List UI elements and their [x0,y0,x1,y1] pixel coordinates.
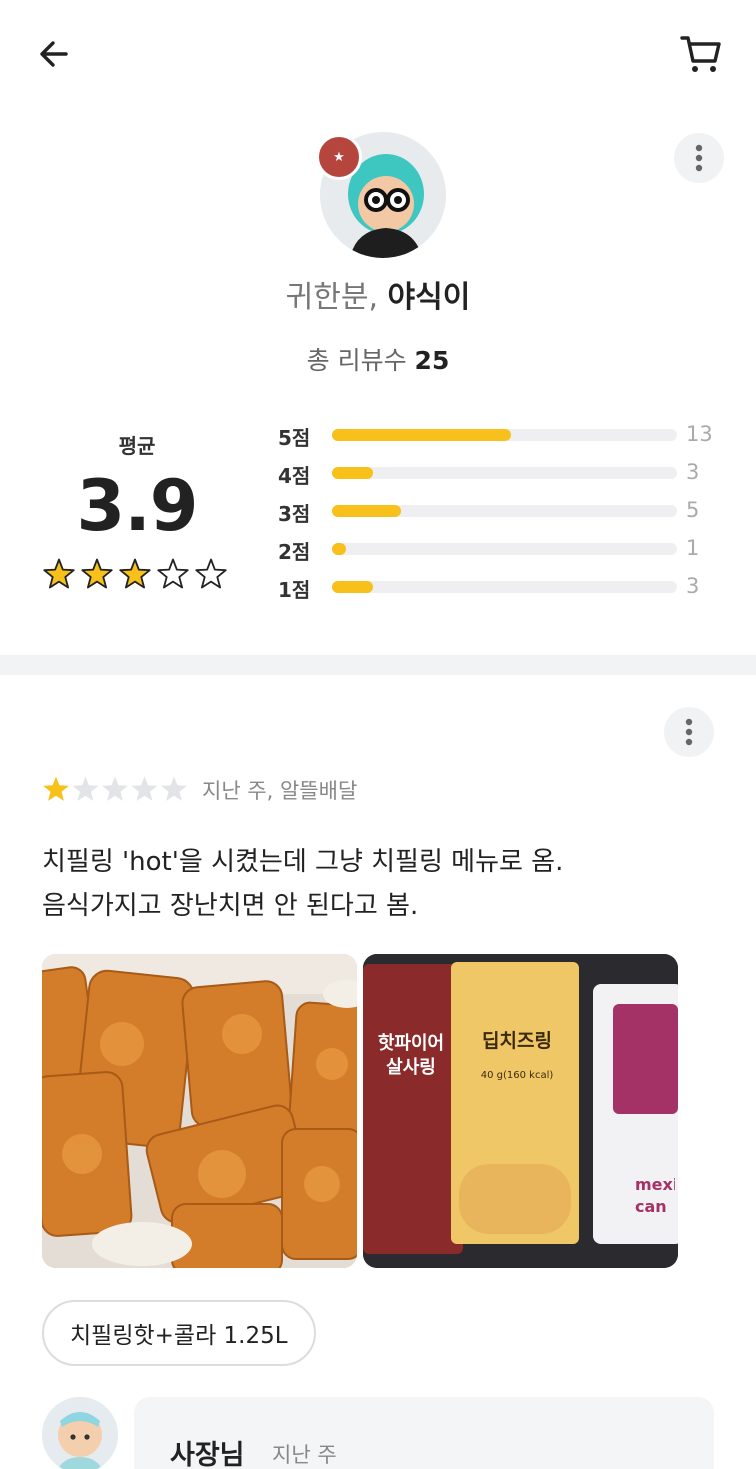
star-empty-icon [157,558,189,589]
star-filled-icon [43,558,75,589]
rating-bar-track [332,543,677,555]
rating-bar-fill [332,429,512,441]
sauce-label-center-weight: 40 g(160 kcal) [480,1070,554,1081]
cart-button[interactable] [675,28,727,80]
review-more-button[interactable] [664,707,714,757]
rating-row-label: 4점 [278,464,311,488]
rating-bar-fill [332,581,374,593]
more-vertical-icon [685,718,693,746]
nickname-prefix: 귀한분, [285,280,378,315]
rating-bar-fill [332,505,401,517]
review-text: 치필링 'hot'을 시켰는데 그냥 치필링 메뉴로 옴. 음식가지고 장난치면… [42,840,722,928]
level-badge-icon: ★ [316,134,362,180]
ordered-menu-tag[interactable]: 치필링핫+콜라 1.25L [42,1300,316,1366]
sauce-label-center: 딥치즈링 [482,1030,552,1052]
rating-row: 5점 13 [278,420,728,450]
total-reviews-count: 25 [414,346,450,375]
rating-row-label: 3점 [278,502,311,526]
reviewer-avatar-wrap: ★ [316,130,448,260]
sauce-label-right: mexi can [635,1175,675,1216]
rating-bar-track [332,505,677,517]
review-date: 지난 주, 알뜰배달 [202,779,358,803]
review-text-line: 치필링 'hot'을 시켰는데 그냥 치필링 메뉴로 옴. [42,847,564,877]
back-button[interactable] [30,30,78,78]
star-filled-icon [43,776,69,801]
rating-bar-fill [332,543,346,555]
sauce-label-left: 핫파이어 살사링 [377,1033,445,1078]
rating-row-label: 2점 [278,540,311,564]
nickname: 귀한분, 야식이 [0,272,756,316]
rating-row: 3점 5 [278,496,728,526]
rating-row-count: 1 [686,536,700,560]
rating-row-count: 5 [686,498,700,522]
star-empty-icon [131,776,158,801]
review-photo-sauces[interactable]: 핫파이어 살사링 딥치즈링 40 g(160 kcal) mexi can [363,954,678,1268]
more-vertical-icon [695,144,703,172]
rating-bar-fill [332,467,374,479]
average-stars [43,558,227,589]
rating-row-count: 3 [686,574,700,598]
total-reviews-label: 총 리뷰수 [306,346,407,375]
top-bar [0,0,756,105]
star-empty-icon [102,776,128,801]
rating-row-label: 1점 [278,578,311,602]
owner-reply: 사장님 지난 주 [42,1397,714,1469]
owner-reply-date: 지난 주 [272,1443,337,1467]
rating-row: 1점 3 [278,572,728,602]
rating-row: 2점 1 [278,534,728,564]
average-label: 평균 [118,434,156,458]
nickname-name: 야식이 [387,280,471,315]
star-filled-icon [81,558,113,589]
review-stars [43,776,187,801]
total-reviews: 총 리뷰수 25 [0,341,756,377]
rating-bar-track [332,581,677,593]
review-text-line: 음식가지고 장난치면 안 된다고 봄. [42,891,419,921]
rating-row-label: 5점 [278,426,311,450]
owner-reply-box: 사장님 지난 주 [134,1397,714,1469]
section-divider [0,655,756,675]
star-filled-icon [119,558,151,589]
reviewer-profile: ★ 귀한분, 야식이 총 리뷰수 25 평균 3.9 5점 13 4점 3 3점 5 2점 1… [0,105,756,655]
owner-reply-author: 사장님 [170,1440,245,1469]
average-value: 3.9 [76,465,198,547]
star-empty-icon [195,558,227,589]
rating-row-count: 3 [686,460,700,484]
owner-avatar [42,1397,118,1469]
arrow-left-icon [40,41,68,67]
star-empty-icon [161,776,187,801]
rating-bar-track [332,467,677,479]
rating-row-count: 13 [686,422,713,446]
review-meta: 지난 주, 알뜰배달 [42,775,357,805]
star-empty-icon [72,776,99,801]
rating-bar-track [332,429,677,441]
review-card: 지난 주, 알뜰배달 치필링 'hot'을 시켰는데 그냥 치필링 메뉴로 옴.… [0,675,756,1469]
review-photo-food[interactable] [42,954,357,1268]
profile-more-button[interactable] [674,133,724,183]
cart-icon [680,36,721,72]
rating-row: 4점 3 [278,458,728,488]
